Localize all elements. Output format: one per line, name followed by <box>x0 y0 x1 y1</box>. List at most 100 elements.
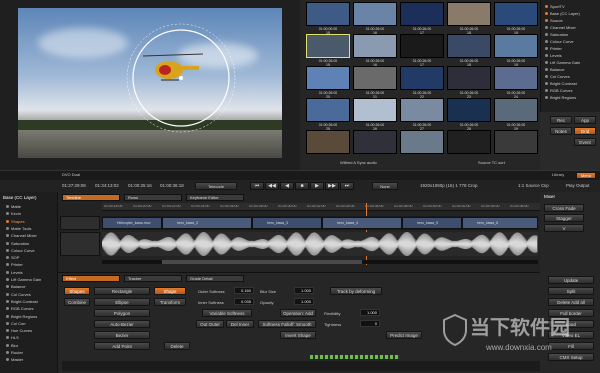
gallery-thumb[interactable] <box>447 98 491 122</box>
menu-button[interactable]: Menu <box>576 172 596 179</box>
polygon-button[interactable]: Polygon <box>94 309 150 317</box>
video-track[interactable]: Helicopter_kawa.mov hero_kawa_2 hero_kawa_… <box>102 216 538 230</box>
left-tree-item[interactable]: Channel Mixer <box>6 233 37 238</box>
step-back-icon[interactable]: ◀◀ <box>265 182 279 190</box>
timeline-ruler[interactable]: 01:00:18:00 01:00:20:00 01:00:22:00 01:00:2… <box>102 203 540 211</box>
transform-button[interactable]: Transform <box>154 298 186 306</box>
shape-ellipse-overlay[interactable] <box>126 23 236 133</box>
rec-button[interactable]: Rec <box>550 116 572 124</box>
timeline-clip[interactable]: hero_kawa_3 <box>252 217 322 229</box>
left-tree-item[interactable]: Col Curves <box>6 292 31 297</box>
right-tree-item[interactable]: SportTV <box>545 4 565 9</box>
gallery-thumb[interactable] <box>494 2 538 26</box>
gallery-thumb[interactable] <box>400 130 444 154</box>
cross-fade-button[interactable]: Cross Fade <box>544 204 584 212</box>
timeline-clip[interactable]: hero_kawa_4 <box>322 217 402 229</box>
gallery-thumb[interactable] <box>494 98 538 122</box>
stop-icon[interactable]: ■ <box>295 182 309 190</box>
left-tree-item[interactable]: RGB Curves <box>6 306 33 311</box>
del-inner-button[interactable]: Del Inner <box>226 320 254 328</box>
tab-effect[interactable]: Effect <box>62 275 120 282</box>
right-side-button[interactable]: Delete Add all <box>548 298 594 306</box>
gallery-thumb[interactable] <box>494 130 538 154</box>
right-side-button[interactable]: Full border <box>548 309 594 317</box>
shape-tab-button[interactable]: Shape <box>154 287 186 295</box>
inner-softness-value[interactable]: 0.035 <box>234 298 254 305</box>
left-tree-item[interactable]: Bright Contrast <box>6 299 38 304</box>
right-tree-item[interactable]: Balance <box>545 67 564 72</box>
gallery-thumb[interactable] <box>494 34 538 58</box>
track-deforming-button[interactable]: Track by deforming <box>330 287 382 295</box>
right-side-button[interactable]: Split <box>548 287 594 295</box>
predict-image-button[interactable]: Predict Image <box>386 331 422 339</box>
gallery-thumb[interactable] <box>306 98 350 122</box>
gallery-thumb[interactable] <box>353 66 397 90</box>
right-tree-item[interactable]: Saturation <box>545 32 568 37</box>
right-side-button[interactable]: Fill <box>548 342 594 350</box>
left-tree-item[interactable]: Hue Curves <box>6 328 32 333</box>
flexibility-value[interactable]: 1.000 <box>360 309 380 316</box>
operation-add-button[interactable]: Operation: Add <box>280 309 316 317</box>
bezier-button[interactable]: Bezier <box>94 331 150 339</box>
left-tree-item[interactable]: Levels <box>6 270 23 275</box>
track-header-v1[interactable] <box>60 216 100 230</box>
app-button[interactable]: App <box>574 116 596 124</box>
gallery-thumb[interactable] <box>400 98 444 122</box>
left-tree-item[interactable]: Blur <box>6 343 18 348</box>
left-tree-item[interactable]: SOP <box>6 255 19 260</box>
gallery-thumb[interactable] <box>306 66 350 90</box>
invert-shape-button[interactable]: Invert Shape <box>280 331 316 339</box>
left-tree-item[interactable]: Colour Curve <box>6 248 35 253</box>
skip-start-icon[interactable]: ⏮ <box>250 182 264 190</box>
left-tree-item[interactable]: Printer <box>6 262 23 267</box>
softness-falloff-button[interactable]: Softness Falloff: Smooth <box>258 320 316 328</box>
v-button[interactable]: V <box>544 224 584 232</box>
gallery-thumb[interactable] <box>353 98 397 122</box>
left-tree-item[interactable]: Router <box>6 350 23 355</box>
right-tree-item[interactable]: Bright Contrast <box>545 81 577 86</box>
combine-button[interactable]: Combine <box>64 298 90 306</box>
opacity-value[interactable]: 1.000 <box>294 298 314 305</box>
gallery-thumb[interactable] <box>306 34 350 58</box>
left-tree-item[interactable]: Lift Gamma Gain <box>6 277 41 282</box>
left-tree-item[interactable]: Saturation <box>6 241 29 246</box>
gallery-thumb[interactable] <box>447 34 491 58</box>
tc-field-1[interactable]: 01:27:29:08 <box>62 184 86 189</box>
left-tree-item[interactable]: Balance <box>6 284 25 289</box>
ellipse-button[interactable]: Ellipse <box>94 298 150 306</box>
outer-softness-value[interactable]: 0.160 <box>234 287 254 294</box>
timeline-clip[interactable]: Helicopter_kawa.mov <box>102 217 162 229</box>
audio-waveform[interactable] <box>102 232 538 256</box>
left-tree-item[interactable]: Col Corr <box>6 321 26 326</box>
tc-field-3[interactable]: 01:00:25:16 <box>128 184 152 189</box>
tc-field-4[interactable]: 01:00:36:18 <box>160 184 184 189</box>
gallery-thumb[interactable] <box>306 2 350 26</box>
play-icon[interactable]: ▶ <box>310 182 324 190</box>
rectangle-button[interactable]: Rectangle <box>94 287 150 295</box>
timeline-clip[interactable]: hero_kawa_2 <box>162 217 252 229</box>
shapes-button[interactable]: Shapes <box>64 287 90 295</box>
right-tree-item[interactable]: Printer <box>545 46 562 51</box>
gallery-thumb[interactable] <box>447 130 491 154</box>
left-tree-header[interactable]: Base (CC Layer) <box>3 196 37 201</box>
left-tree-item[interactable]: Shapes <box>6 219 25 224</box>
left-tree-item[interactable]: Matte <box>6 204 21 209</box>
play-reverse-icon[interactable]: ◀ <box>280 182 294 190</box>
keyframe-strip[interactable] <box>310 355 400 359</box>
left-tree-item[interactable]: Master <box>6 357 23 362</box>
none-button[interactable]: None <box>372 182 398 190</box>
right-tree-item[interactable]: Bright Regions <box>545 95 576 100</box>
timeline-scrollbar[interactable] <box>102 260 538 264</box>
gallery-thumb[interactable] <box>353 130 397 154</box>
right-side-button[interactable]: Update <box>548 276 594 284</box>
tab-tracker[interactable]: Tracker <box>124 275 182 282</box>
blur-size-value[interactable]: 1.000 <box>294 287 314 294</box>
gallery-thumb[interactable] <box>353 2 397 26</box>
stagger-button[interactable]: Stagger <box>544 214 584 222</box>
right-tree-item[interactable]: Colour Curve <box>545 39 574 44</box>
del-outer-button[interactable]: Out Outer <box>196 320 224 328</box>
gallery-thumb[interactable] <box>447 2 491 26</box>
delete-button[interactable]: Delete <box>164 342 190 350</box>
notes-button[interactable]: Notes <box>550 127 572 135</box>
library-label[interactable]: Library <box>552 173 564 177</box>
